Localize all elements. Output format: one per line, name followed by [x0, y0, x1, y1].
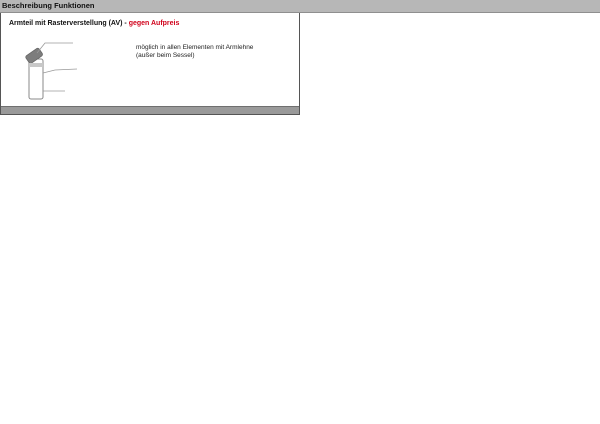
description-line: (außer beim Sessel) [136, 52, 195, 59]
price-note: gegen Aufpreis [128, 20, 180, 27]
header-bar: Beschreibung Funktionen [0, 0, 600, 13]
section-heading: Armteil mit Rasterverstellung (AV) - geg… [9, 19, 179, 28]
description-line: möglich in allen Elementen mit Armlehne [136, 44, 254, 51]
panel-footer-bar [1, 106, 299, 114]
section-heading-main: Armteil mit Rasterverstellung (AV) - [9, 20, 129, 27]
armrest-adjustment-icon [25, 42, 78, 100]
function-description-panel: Armteil mit Rasterverstellung (AV) - geg… [0, 13, 300, 115]
function-description: möglich in allen Elementen mit Armlehne … [136, 44, 253, 60]
page-title: Beschreibung Funktionen [2, 1, 95, 10]
